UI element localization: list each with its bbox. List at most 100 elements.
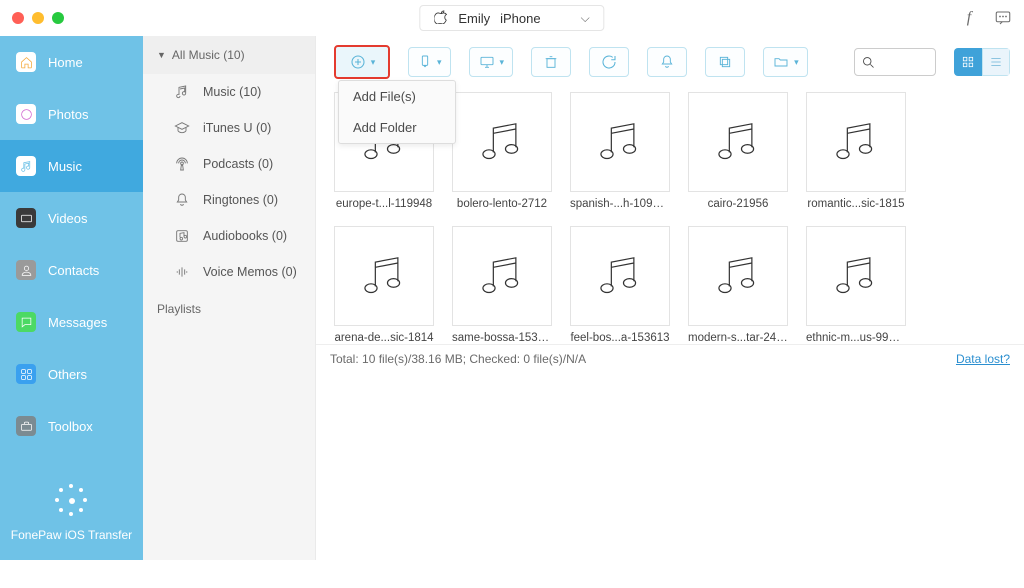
waveform-icon [173, 263, 191, 281]
statusbar: Total: 10 file(s)/38.16 MB; Checked: 0 f… [316, 344, 1024, 372]
playlists-section: Playlists [143, 290, 315, 328]
add-files-item[interactable]: Add File(s) [339, 81, 455, 112]
brand-label: FonePaw iOS Transfer [0, 528, 143, 542]
others-icon [16, 364, 36, 384]
contacts-icon [16, 260, 36, 280]
file-card[interactable]: bolero-lento-2712 [452, 92, 552, 210]
sidebar-item-messages[interactable]: Messages [0, 296, 143, 348]
feedback-icon[interactable] [994, 9, 1012, 27]
content-area: ▾ ▾ ▾ ▾ [316, 36, 1024, 560]
music-thumbnail-icon [452, 92, 552, 192]
music-thumbnail-icon [334, 226, 434, 326]
device-selector[interactable]: Emily iPhone ⌵ [419, 5, 604, 31]
list-view-button[interactable] [982, 48, 1010, 76]
file-name: arena-de...sic-1814 [334, 332, 434, 344]
subnav-item-label: Podcasts (0) [203, 157, 273, 171]
close-window-button[interactable] [12, 12, 24, 24]
file-card[interactable]: arena-de...sic-1814 [334, 226, 434, 344]
chevron-down-icon: ▾ [500, 57, 505, 68]
sidebar-item-others[interactable]: Others [0, 348, 143, 400]
folder-button[interactable]: ▾ [763, 47, 808, 77]
subnav-item[interactable]: Voice Memos (0) [143, 254, 315, 290]
music-thumbnail-icon [688, 92, 788, 192]
sidebar-item-label: Messages [48, 315, 107, 330]
maximize-window-button[interactable] [52, 12, 64, 24]
subnav-item[interactable]: iTunes U (0) [143, 110, 315, 146]
sidebar-item-photos[interactable]: Photos [0, 88, 143, 140]
toolbox-icon [16, 416, 36, 436]
sidebar-item-label: Others [48, 367, 87, 382]
titlebar: Emily iPhone ⌵ f [0, 0, 1024, 36]
graduation-icon [173, 119, 191, 137]
subnav-item-label: iTunes U (0) [203, 121, 271, 135]
sidebar-item-music[interactable]: Music [0, 140, 143, 192]
subnav-item[interactable]: Ringtones (0) [143, 182, 315, 218]
subnav-item-label: Music (10) [203, 85, 261, 99]
subnav-item[interactable]: Podcasts (0) [143, 146, 315, 182]
sidebar: Home Photos Music Videos Contacts Messages Oth… [0, 36, 143, 560]
subnav-item-label: Audiobooks (0) [203, 229, 287, 243]
file-name: spanish-...h-109195 [570, 198, 670, 210]
subnav: ▼ All Music (10) Music (10) iTunes U (0) P… [143, 36, 316, 560]
refresh-button[interactable] [589, 47, 629, 77]
file-name: ethnic-m...us-99285 [806, 332, 906, 344]
add-button[interactable]: ▾ [334, 45, 390, 79]
file-name: modern-s...tar-2469 [688, 332, 788, 344]
file-card[interactable]: same-bossa-153213 [452, 226, 552, 344]
sidebar-item-label: Toolbox [48, 419, 93, 434]
music-thumbnail-icon [570, 226, 670, 326]
file-card[interactable]: romantic...sic-1815 [806, 92, 906, 210]
facebook-icon[interactable]: f [960, 9, 978, 27]
apple-icon [434, 10, 448, 27]
videos-icon [16, 208, 36, 228]
music-thumbnail-icon [452, 226, 552, 326]
export-to-pc-button[interactable]: ▾ [469, 47, 514, 77]
file-name: cairo-21956 [688, 198, 788, 210]
chevron-down-icon: ▾ [794, 57, 799, 68]
search-input[interactable] [854, 48, 936, 76]
file-card[interactable]: cairo-21956 [688, 92, 788, 210]
sidebar-item-label: Contacts [48, 263, 99, 278]
sidebar-item-toolbox[interactable]: Toolbox [0, 400, 143, 452]
export-to-device-button[interactable]: ▾ [408, 47, 451, 77]
add-folder-item[interactable]: Add Folder [339, 112, 455, 143]
sidebar-item-label: Videos [48, 211, 88, 226]
file-name: feel-bos...a-153613 [570, 332, 670, 344]
file-card[interactable]: ethnic-m...us-99285 [806, 226, 906, 344]
minimize-window-button[interactable] [32, 12, 44, 24]
photos-icon [16, 104, 36, 124]
toolbar: ▾ ▾ ▾ ▾ [316, 36, 1024, 82]
duplicate-button[interactable] [705, 47, 745, 77]
chevron-down-icon: ▾ [371, 57, 376, 68]
subnav-item[interactable]: Audiobooks (0) [143, 218, 315, 254]
chevron-down-icon: ▾ [437, 57, 442, 68]
file-name: bolero-lento-2712 [452, 198, 552, 210]
data-lost-link[interactable]: Data lost? [956, 352, 1010, 366]
audiobook-icon [173, 227, 191, 245]
sidebar-item-home[interactable]: Home [0, 36, 143, 88]
sidebar-item-videos[interactable]: Videos [0, 192, 143, 244]
delete-button[interactable] [531, 47, 571, 77]
subnav-item-label: Voice Memos (0) [203, 265, 297, 279]
subnav-heading[interactable]: ▼ All Music (10) [143, 36, 315, 74]
file-name: romantic...sic-1815 [806, 198, 906, 210]
subnav-item[interactable]: Music (10) [143, 74, 315, 110]
view-toggle [954, 48, 1010, 76]
sidebar-item-label: Home [48, 55, 83, 70]
file-card[interactable]: feel-bos...a-153613 [570, 226, 670, 344]
music-thumbnail-icon [570, 92, 670, 192]
file-card[interactable]: modern-s...tar-2469 [688, 226, 788, 344]
music-thumbnail-icon [806, 92, 906, 192]
device-model: iPhone [500, 11, 540, 26]
file-card[interactable]: spanish-...h-109195 [570, 92, 670, 210]
sidebar-item-contacts[interactable]: Contacts [0, 244, 143, 296]
music-thumbnail-icon [806, 226, 906, 326]
music-icon [16, 156, 36, 176]
home-icon [16, 52, 36, 72]
file-name: europe-t...l-119948 [334, 198, 434, 210]
sidebar-item-label: Music [48, 159, 82, 174]
ringtone-button[interactable] [647, 47, 687, 77]
grid-view-button[interactable] [954, 48, 982, 76]
add-dropdown: Add File(s) Add Folder [338, 80, 456, 144]
messages-icon [16, 312, 36, 332]
